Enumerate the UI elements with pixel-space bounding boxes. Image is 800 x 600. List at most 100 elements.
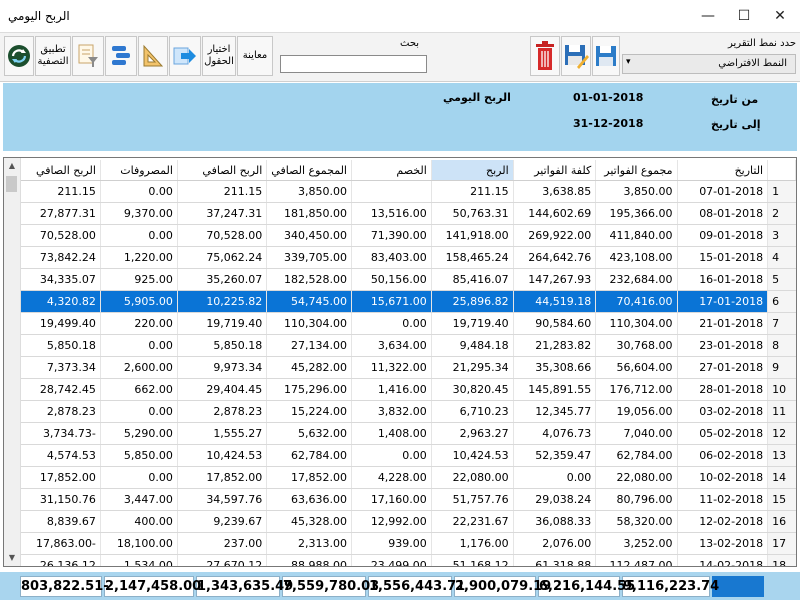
cell-discount[interactable]: 3,832.00 [351,400,432,423]
group-button[interactable] [105,36,137,76]
cell-final-net-profit[interactable]: 17,852.00 [21,466,101,489]
cell-net-total[interactable]: 63,636.00 [266,488,352,511]
table-row[interactable]: 17,863.00- 18,100.00 237.00 2,313.00 939.00 1… [21,532,796,555]
refresh-button[interactable] [4,36,34,76]
cell-net-profit[interactable]: 27,670.12 [177,554,268,566]
cell-invoices-cost[interactable]: 90,584.60 [513,312,597,335]
column-header-invoices-cost[interactable]: كلفة الفواتير [513,160,597,181]
cell-final-net-profit[interactable]: 28,742.45 [21,378,101,401]
cell-discount[interactable]: 4,228.00 [351,466,432,489]
cell-invoices-total[interactable]: 3,252.00 [595,532,678,555]
table-row[interactable]: 2,878.23 0.00 2,878.23 15,224.00 3,832.00 6,7… [21,400,796,423]
cell-invoices-total[interactable]: 56,604.00 [595,356,678,379]
cell-net-total[interactable]: 2,313.00 [266,532,352,555]
cell-expenses[interactable]: 1,220.00 [100,246,178,269]
cell-discount[interactable]: 50,156.00 [351,268,432,291]
cell-discount[interactable]: 0.00 [351,444,432,467]
scroll-up-icon[interactable]: ▲ [4,158,20,174]
cell-discount[interactable]: 13,516.00 [351,202,432,225]
cell-discount[interactable]: 15,671.00 [351,290,432,313]
cell-profit[interactable]: 30,820.45 [431,378,514,401]
cell-invoices-total[interactable]: 62,784.00 [595,444,678,467]
cell-date[interactable]: 09-01-2018 [677,224,769,247]
cell-net-total[interactable]: 88,988.00 [266,554,352,566]
cell-invoices-cost[interactable]: 52,359.47 [513,444,597,467]
cell-profit[interactable]: 22,231.67 [431,510,514,533]
cell-net-total[interactable]: 45,282.00 [266,356,352,379]
cell-profit[interactable]: 22,080.00 [431,466,514,489]
cell-final-net-profit[interactable]: 5,850.18 [21,334,101,357]
cell-net-profit[interactable]: 17,852.00 [177,466,268,489]
cell-invoices-total[interactable]: 80,796.00 [595,488,678,511]
cell-date[interactable]: 28-01-2018 [677,378,769,401]
cell-final-net-profit[interactable]: 73,842.24 [21,246,101,269]
cell-invoices-total[interactable]: 423,108.00 [595,246,678,269]
cell-invoices-cost[interactable]: 12,345.77 [513,400,597,423]
cell-expenses[interactable]: 5,905.00 [100,290,178,313]
cell-net-profit[interactable]: 29,404.45 [177,378,268,401]
table-row[interactable]: 3,734.73- 5,290.00 1,555.27 5,632.00 1,408.0… [21,422,796,445]
cell-invoices-cost[interactable]: 269,922.00 [513,224,597,247]
cell-final-net-profit[interactable]: 27,877.31 [21,202,101,225]
cell-expenses[interactable]: 0.00 [100,180,178,203]
cell-net-profit[interactable]: 37,247.31 [177,202,268,225]
cell-net-profit[interactable]: 2,878.23 [177,400,268,423]
cell-discount[interactable]: 12,992.00 [351,510,432,533]
cell-final-net-profit[interactable]: 31,150.76 [21,488,101,511]
cell-net-profit[interactable]: 9,973.34 [177,356,268,379]
cell-profit[interactable]: 10,424.53 [431,444,514,467]
cell-net-total[interactable]: 175,296.00 [266,378,352,401]
cell-expenses[interactable]: 662.00 [100,378,178,401]
cell-invoices-cost[interactable]: 3,638.85 [513,180,597,203]
cell-net-profit[interactable]: 34,597.76 [177,488,268,511]
cell-expenses[interactable]: 2,600.00 [100,356,178,379]
cell-net-total[interactable]: 15,224.00 [266,400,352,423]
filter-button[interactable] [72,36,104,76]
cell-profit[interactable]: 1,176.00 [431,532,514,555]
cell-profit[interactable]: 158,465.24 [431,246,514,269]
cell-date[interactable]: 10-02-2018 [677,466,769,489]
close-button[interactable]: ✕ [760,0,800,32]
cell-date[interactable]: 15-01-2018 [677,246,769,269]
cell-invoices-cost[interactable]: 147,267.93 [513,268,597,291]
scroll-thumb[interactable] [6,176,17,192]
cell-net-total[interactable]: 181,850.00 [266,202,352,225]
table-row[interactable]: 4,320.82 5,905.00 10,225.82 54,745.00 15,671… [21,290,796,313]
cell-expenses[interactable]: 1,534.00 [100,554,178,566]
column-header-profit[interactable]: الربح [431,160,514,181]
table-row[interactable]: 70,528.00 0.00 70,528.00 340,450.00 71,390.0… [21,224,796,247]
cell-net-profit[interactable]: 35,260.07 [177,268,268,291]
table-row[interactable]: 73,842.24 1,220.00 75,062.24 339,705.00 83,4… [21,246,796,269]
table-row[interactable]: 26,136.12 1,534.00 27,670.12 88,988.00 23,49… [21,554,796,566]
cell-final-net-profit[interactable]: 19,499.40 [21,312,101,335]
maximize-button[interactable]: ☐ [724,0,764,32]
cell-invoices-total[interactable]: 30,768.00 [595,334,678,357]
cell-invoices-cost[interactable]: 29,038.24 [513,488,597,511]
cell-net-total[interactable]: 62,784.00 [266,444,352,467]
cell-final-net-profit[interactable]: 8,839.67 [21,510,101,533]
cell-final-net-profit[interactable]: 70,528.00 [21,224,101,247]
delete-button[interactable] [530,36,560,76]
cell-invoices-total[interactable]: 176,712.00 [595,378,678,401]
cell-discount[interactable]: 83,403.00 [351,246,432,269]
cell-invoices-total[interactable]: 70,416.00 [595,290,678,313]
save-as-button[interactable] [561,36,591,76]
cell-discount[interactable] [351,180,432,203]
cell-profit[interactable]: 51,757.76 [431,488,514,511]
preview-button[interactable]: معاينة [237,36,273,76]
cell-invoices-cost[interactable]: 61,318.88 [513,554,597,566]
cell-invoices-total[interactable]: 7,040.00 [595,422,678,445]
cell-discount[interactable]: 11,322.00 [351,356,432,379]
search-input[interactable] [280,55,427,73]
table-row[interactable]: 31,150.76 3,447.00 34,597.76 63,636.00 17,16… [21,488,796,511]
table-row[interactable]: 19,499.40 220.00 19,719.40 110,304.00 0.00 19… [21,312,796,335]
export-button[interactable] [169,36,201,76]
column-header-net-total[interactable]: المجموع الصافي [266,160,352,181]
cell-net-total[interactable]: 17,852.00 [266,466,352,489]
cell-invoices-cost[interactable]: 264,642.76 [513,246,597,269]
cell-expenses[interactable]: 5,850.00 [100,444,178,467]
cell-expenses[interactable]: 0.00 [100,400,178,423]
cell-invoices-total[interactable]: 58,320.00 [595,510,678,533]
cell-profit[interactable]: 2,963.27 [431,422,514,445]
cell-date[interactable]: 23-01-2018 [677,334,769,357]
